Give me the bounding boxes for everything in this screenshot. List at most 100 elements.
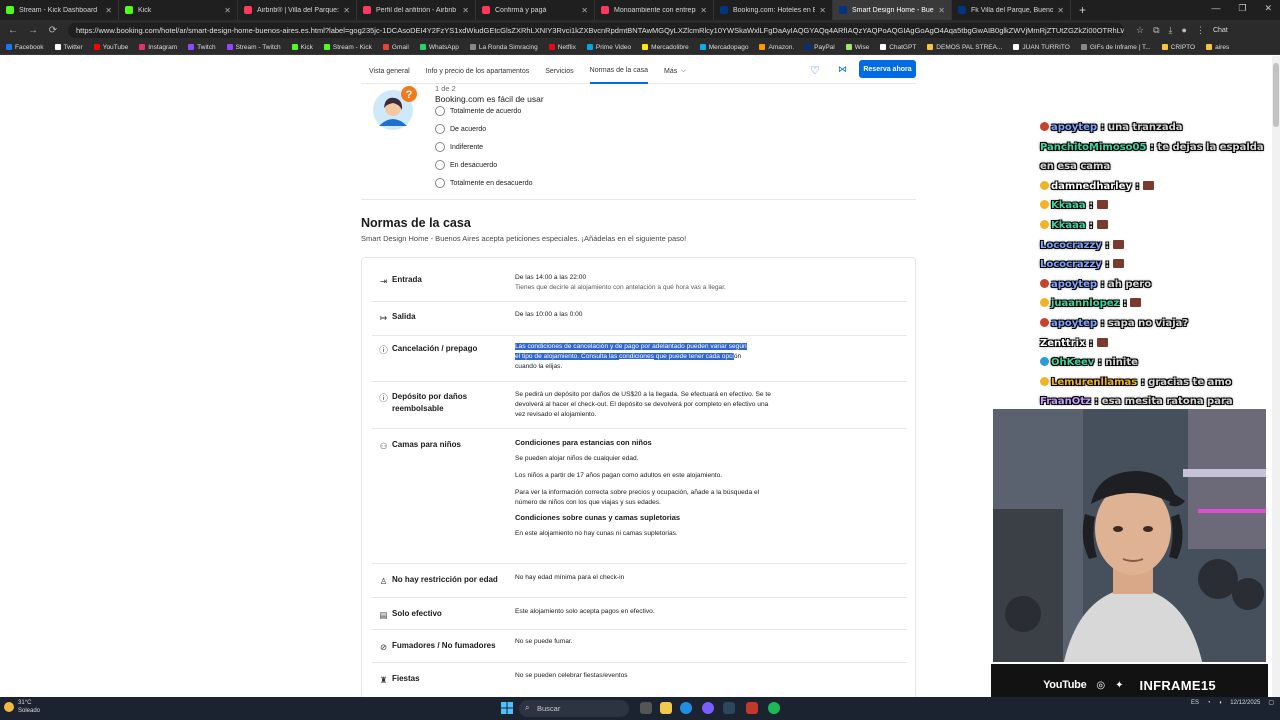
browser-tab[interactable]: Monoambiente con entrepiso - D ✕ xyxy=(595,0,714,20)
notifications-icon[interactable]: ▢ xyxy=(1268,699,1274,708)
bookmark-item[interactable]: Amazon. xyxy=(759,44,794,51)
browser-tab[interactable]: Booking.com: Hoteles en Buenos A✕ xyxy=(714,0,833,20)
wifi-icon[interactable]: ◔ xyxy=(1207,699,1211,708)
bookmark-favicon-icon xyxy=(642,44,649,50)
close-icon[interactable]: ✕ xyxy=(700,6,707,15)
browser-tab[interactable]: Kick ✕ xyxy=(119,0,238,20)
close-window-icon[interactable]: ✕ xyxy=(1264,3,1272,14)
close-icon[interactable]: ✕ xyxy=(224,6,231,15)
subnav-tab[interactable]: Normas de la casa xyxy=(589,60,649,84)
tab-title: Monoambiente con entrepiso - D xyxy=(614,6,696,14)
bookmark-item[interactable]: Mercadolibre xyxy=(642,44,689,51)
bookmark-item[interactable]: Twitter xyxy=(54,44,83,51)
scrollbar-thumb[interactable] xyxy=(1273,63,1279,127)
reserve-now-button[interactable]: Reserva ahora xyxy=(859,60,916,78)
chat-message: apoytep : una tranzada xyxy=(1040,118,1270,138)
bookmark-item[interactable]: Stream - Twitch xyxy=(226,44,281,51)
close-icon[interactable]: ✕ xyxy=(938,6,945,15)
capcut-icon[interactable] xyxy=(746,702,758,714)
browser-tab[interactable]: Smart Design Home - Buenos Aires ✕ xyxy=(833,0,952,20)
page-scrollbar[interactable] xyxy=(1272,56,1280,697)
bookmark-item[interactable]: Kick xyxy=(291,44,313,51)
bookmark-item[interactable]: WhatsApp xyxy=(419,44,459,51)
subnav-tab[interactable]: Servicios xyxy=(545,60,573,84)
browser-tab[interactable]: Perfil del anfitrión - Airbnb ✕ xyxy=(357,0,476,20)
menu-icon[interactable]: ⋮ xyxy=(1196,25,1205,36)
survey-option[interactable]: Totalmente en desacuerdo xyxy=(435,178,533,188)
subnav-tab[interactable]: Info y precio de los apartamentos xyxy=(426,60,530,84)
share-icon[interactable]: ⋈ xyxy=(838,64,847,75)
bookmark-item[interactable]: Facebook xyxy=(6,44,44,51)
steam-icon[interactable] xyxy=(723,702,735,714)
edge-icon[interactable] xyxy=(680,702,692,714)
maximize-icon[interactable]: ❐ xyxy=(1238,3,1246,14)
bookmark-item[interactable]: Twitch xyxy=(188,44,216,51)
survey-option[interactable]: Indiferente xyxy=(435,142,483,152)
heart-icon[interactable]: ♡ xyxy=(810,64,820,77)
bookmark-item[interactable]: Netflix xyxy=(548,44,576,51)
radio-button[interactable] xyxy=(435,124,445,134)
subnav-tab[interactable]: Vista general xyxy=(369,60,410,84)
bookmark-item[interactable]: Prime Video xyxy=(586,44,631,51)
weather-widget[interactable]: 31°C Soleado xyxy=(4,699,40,715)
bookmark-item[interactable]: Mercadopago xyxy=(699,44,748,51)
bookmark-item[interactable]: Instagram xyxy=(139,44,177,51)
browser-tab[interactable]: Fk Villa del Parque, Buenos Aires ,✕ xyxy=(952,0,1071,20)
url-input[interactable]: https://www.booking.com/hotel/ar/smart-d… xyxy=(68,22,1124,38)
close-icon[interactable]: ✕ xyxy=(1057,6,1064,15)
reload-icon[interactable]: ⟳ xyxy=(46,25,60,36)
close-icon[interactable]: ✕ xyxy=(343,6,350,15)
new-tab-button[interactable]: + xyxy=(1071,3,1094,17)
bookmark-item[interactable]: JUAN TURRITO xyxy=(1013,44,1070,51)
bookmark-item[interactable]: Stream - Kick xyxy=(323,44,372,51)
bookmark-item[interactable]: Wise xyxy=(845,44,869,51)
profile-icon[interactable]: ● xyxy=(1182,25,1187,36)
star-icon[interactable]: ☆ xyxy=(1136,25,1144,36)
windows-start-icon[interactable] xyxy=(501,702,513,714)
subnav-tab-label: Info y precio de los apartamentos xyxy=(425,68,530,75)
volume-icon[interactable]: ◖ xyxy=(1219,699,1223,708)
weather-condition: Soleado xyxy=(18,708,41,714)
close-icon[interactable]: ✕ xyxy=(581,6,588,15)
radio-button[interactable] xyxy=(435,106,445,116)
survey-option[interactable]: En desacuerdo xyxy=(435,160,497,170)
close-icon[interactable]: ✕ xyxy=(105,6,112,15)
bookmark-item[interactable]: aires xyxy=(1206,44,1229,51)
browser-tab[interactable]: Airbnb® | Villa del Parque: Alojam ✕ xyxy=(238,0,357,20)
bookmark-item[interactable]: Gmail xyxy=(382,44,409,51)
close-icon[interactable]: ✕ xyxy=(819,6,826,15)
radio-button[interactable] xyxy=(435,160,445,170)
bookmark-item[interactable]: PayPal xyxy=(805,44,835,51)
radio-button[interactable] xyxy=(435,178,445,188)
browser-tab[interactable]: Stream - Kick Dashboard ✕ xyxy=(0,0,119,20)
bookmark-item[interactable]: GIFs de Inframe | T... xyxy=(1080,44,1151,51)
back-icon[interactable]: ← xyxy=(6,25,20,36)
discord-icon[interactable] xyxy=(702,702,714,714)
forward-icon[interactable]: → xyxy=(26,25,40,36)
conditions-link[interactable]: condiciones xyxy=(619,353,654,360)
survey-option[interactable]: De acuerdo xyxy=(435,124,486,134)
download-icon[interactable]: ⤓ xyxy=(1169,25,1173,36)
clock-date[interactable]: 12/12/2025 xyxy=(1230,699,1260,708)
task-view-icon[interactable] xyxy=(640,702,652,714)
bookmark-item[interactable]: CRIPTO xyxy=(1161,44,1195,51)
chat-username: OhKeev xyxy=(1051,357,1095,369)
spotify-icon[interactable] xyxy=(768,702,780,714)
bookmark-item[interactable]: ChatGPT xyxy=(880,44,916,51)
chat-text: : xyxy=(1105,259,1110,271)
bookmark-item[interactable]: YouTube xyxy=(93,44,128,51)
close-icon[interactable]: ✕ xyxy=(462,6,469,15)
extensions-icon[interactable]: ⧉ xyxy=(1153,25,1159,36)
tab-favicon-icon xyxy=(244,6,252,14)
survey-option[interactable]: Totalmente de acuerdo xyxy=(435,106,521,116)
taskbar-search-input[interactable]: ⌕ Buscar xyxy=(519,700,629,717)
minimize-icon[interactable]: — xyxy=(1211,3,1220,14)
radio-button[interactable] xyxy=(435,142,445,152)
bookmark-item[interactable]: DEMOS PAL STREA... xyxy=(927,44,1002,51)
subnav-tab[interactable]: Más ⌵ xyxy=(664,60,686,84)
bookmark-item[interactable]: La Ronda Simracing xyxy=(469,44,538,51)
chat-button[interactable]: Chat xyxy=(1213,27,1228,34)
browser-tab[interactable]: Confirmá y pagá ✕ xyxy=(476,0,595,20)
file-explorer-icon[interactable] xyxy=(660,702,672,714)
language-indicator[interactable]: ES xyxy=(1191,699,1199,708)
